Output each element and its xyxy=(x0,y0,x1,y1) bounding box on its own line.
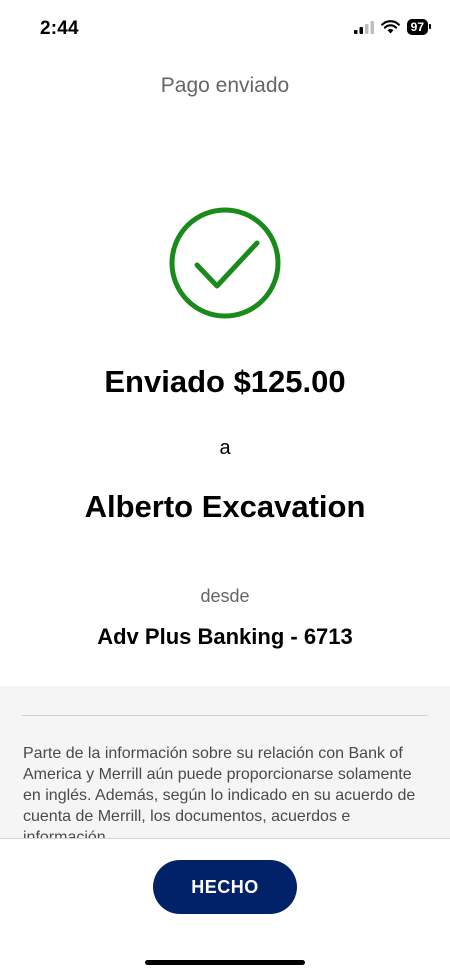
source-account: Adv Plus Banking - 6713 xyxy=(97,624,353,649)
done-button[interactable]: HECHO xyxy=(153,860,297,914)
footer: HECHO xyxy=(0,838,450,975)
cellular-signal-icon xyxy=(353,20,374,34)
divider xyxy=(22,715,428,716)
to-label: a xyxy=(219,437,231,459)
from-label: desde xyxy=(200,586,250,606)
status-time: 2:44 xyxy=(40,18,79,39)
page-title: Pago enviado xyxy=(160,74,290,97)
wifi-icon xyxy=(380,20,400,34)
home-indicator[interactable] xyxy=(145,960,305,965)
success-check-icon xyxy=(169,207,281,319)
recipient-name: Alberto Excavation xyxy=(84,489,366,524)
status-icons: 97 xyxy=(353,19,432,35)
battery-icon: 97 xyxy=(406,19,432,35)
disclosure-panel[interactable]: Parte de la información sobre su relació… xyxy=(0,686,450,838)
sent-amount-headline: Enviado $125.00 xyxy=(104,364,346,399)
disclosure-text: Parte de la información sobre su relació… xyxy=(23,745,416,838)
status-bar: 2:44 97 xyxy=(0,0,450,56)
